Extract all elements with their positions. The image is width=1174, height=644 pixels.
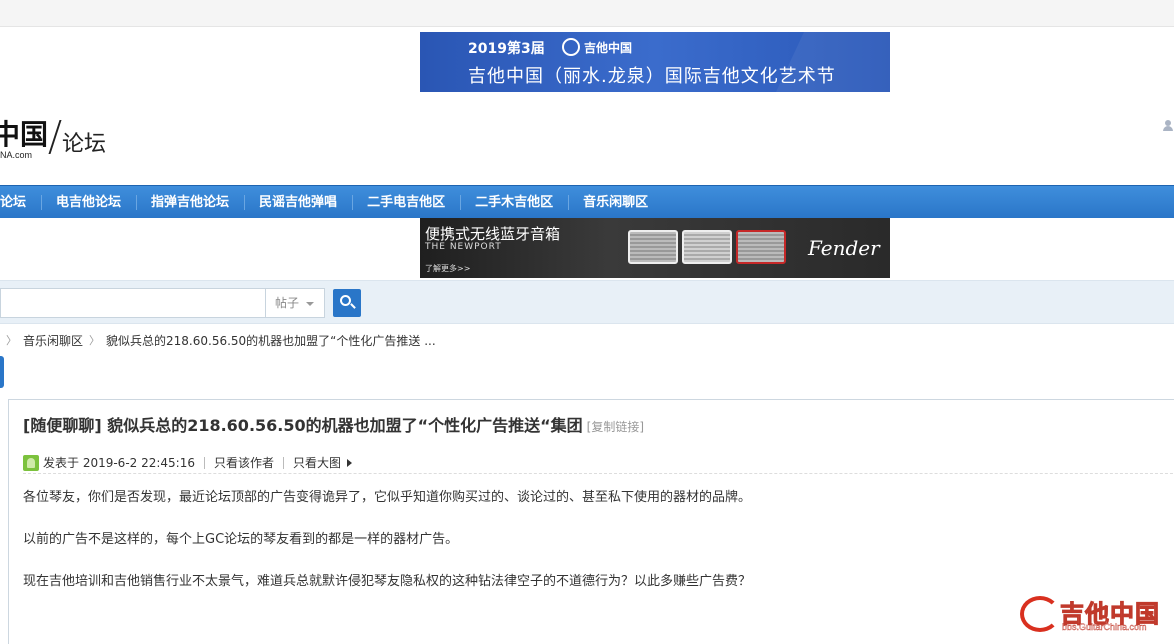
logo-domain: NA.com	[0, 150, 33, 160]
nav-item-folk[interactable]: 民谣吉他弹唱	[244, 186, 352, 219]
banner-year: 2019第3届	[468, 41, 545, 57]
nav-item-electric-guitar[interactable]: 电吉他论坛	[41, 186, 136, 219]
speaker-image	[682, 230, 732, 264]
festival-banner-ad[interactable]: 2019第3届 吉他中国 吉他中国（丽水.龙泉）国际吉他文化艺术节	[420, 32, 890, 92]
breadcrumb: 〉 音乐闲聊区 〉 貌似兵总的218.60.56.50的机器也加盟了“个性化广告…	[0, 331, 436, 349]
post-container: [随便聊聊] 貌似兵总的218.60.56.50的机器也加盟了“个性化广告推送“…	[8, 399, 1174, 644]
speaker-image	[628, 230, 678, 264]
only-big-image-link[interactable]: 只看大图	[293, 454, 341, 471]
only-author-link[interactable]: 只看该作者	[214, 454, 274, 471]
guitarchina-swirl-icon	[1020, 596, 1060, 632]
play-triangle-icon[interactable]	[347, 458, 353, 467]
fender-logo: Fender	[808, 236, 880, 260]
ad-title: 便携式无线蓝牙音箱	[425, 225, 561, 243]
breadcrumb-separator: 〉	[89, 334, 101, 347]
side-tab[interactable]	[0, 356, 4, 388]
top-bar	[0, 0, 1174, 27]
search-button[interactable]	[333, 289, 361, 317]
online-status-icon	[23, 454, 39, 471]
post-content: 各位琴友，你们是否发现，最近论坛顶部的广告变得诡异了，它似乎知道你购买过的、谈论…	[23, 488, 751, 614]
breadcrumb-separator: 〉	[6, 334, 17, 347]
user-icon[interactable]	[1162, 120, 1174, 132]
search-bar: 帖子	[0, 280, 1174, 324]
breadcrumb-item-thread[interactable]: 貌似兵总的218.60.56.50的机器也加盟了“个性化广告推送 ...	[106, 332, 436, 349]
post-paragraph: 以前的广告不是这样的，每个上GC论坛的琴友看到的都是一样的器材广告。	[23, 532, 459, 547]
thread-title-text: [随便聊聊] 貌似兵总的218.60.56.50的机器也加盟了“个性化广告推送“…	[23, 416, 583, 435]
main-nav: 论坛 电吉他论坛 指弹吉他论坛 民谣吉他弹唱 二手电吉他区 二手木吉他区 音乐闲…	[0, 185, 1174, 218]
fender-speaker-ad[interactable]: 便携式无线蓝牙音箱 THE NEWPORT 了解更多>> Fender	[420, 218, 890, 278]
watermark-url: bbs.GuitarChina.com	[1062, 622, 1147, 632]
search-type-select[interactable]: 帖子	[265, 288, 325, 318]
site-logo[interactable]: 中国 NA.com 论坛	[0, 118, 107, 161]
breadcrumb-item-music-chat[interactable]: 音乐闲聊区	[23, 332, 83, 349]
banner-headline: 吉他中国（丽水.龙泉）国际吉他文化艺术节	[468, 66, 836, 87]
nav-item-fingerstyle[interactable]: 指弹吉他论坛	[136, 186, 244, 219]
search-input[interactable]	[0, 288, 265, 318]
search-type-value: 帖子	[275, 296, 300, 310]
post-time: 发表于 2019-6-2 22:45:16	[43, 456, 195, 470]
logo-name: 中国	[0, 118, 49, 151]
meta-divider	[283, 456, 285, 469]
ad-more-link[interactable]: 了解更多>>	[425, 263, 470, 274]
banner-brand-text: 吉他中国	[584, 40, 633, 55]
nav-item-forum[interactable]: 论坛	[0, 186, 41, 219]
thread-title: [随便聊聊] 貌似兵总的218.60.56.50的机器也加盟了“个性化广告推送“…	[23, 412, 644, 436]
post-paragraph: 各位琴友，你们是否发现，最近论坛顶部的广告变得诡异了，它似乎知道你购买过的、谈论…	[23, 490, 752, 505]
nav-item-music-chat[interactable]: 音乐闲聊区	[568, 186, 663, 219]
logo-slash	[48, 120, 62, 154]
nav-item-used-electric[interactable]: 二手电吉他区	[352, 186, 460, 219]
banner-brand: 吉他中国	[562, 38, 632, 56]
nav-item-used-acoustic[interactable]: 二手木吉他区	[460, 186, 568, 219]
meta-divider	[204, 456, 205, 469]
copy-link-button[interactable]: [复制链接]	[587, 420, 644, 434]
site-watermark: 吉他中国 bbs.GuitarChina.com	[1020, 594, 1170, 634]
logo-forum: 论坛	[62, 132, 107, 157]
post-paragraph: 现在吉他培训和吉他销售行业不太景气，难道兵总就默许侵犯琴友隐私权的这种钻法律空子…	[23, 574, 752, 589]
speaker-image	[736, 230, 786, 264]
chevron-down-icon	[306, 302, 314, 306]
post-meta: 发表于 2019-6-2 22:45:16 只看该作者 只看大图	[23, 452, 1174, 474]
ad-model: THE NEWPORT	[425, 242, 502, 252]
guitarchina-logo-icon	[562, 38, 580, 56]
